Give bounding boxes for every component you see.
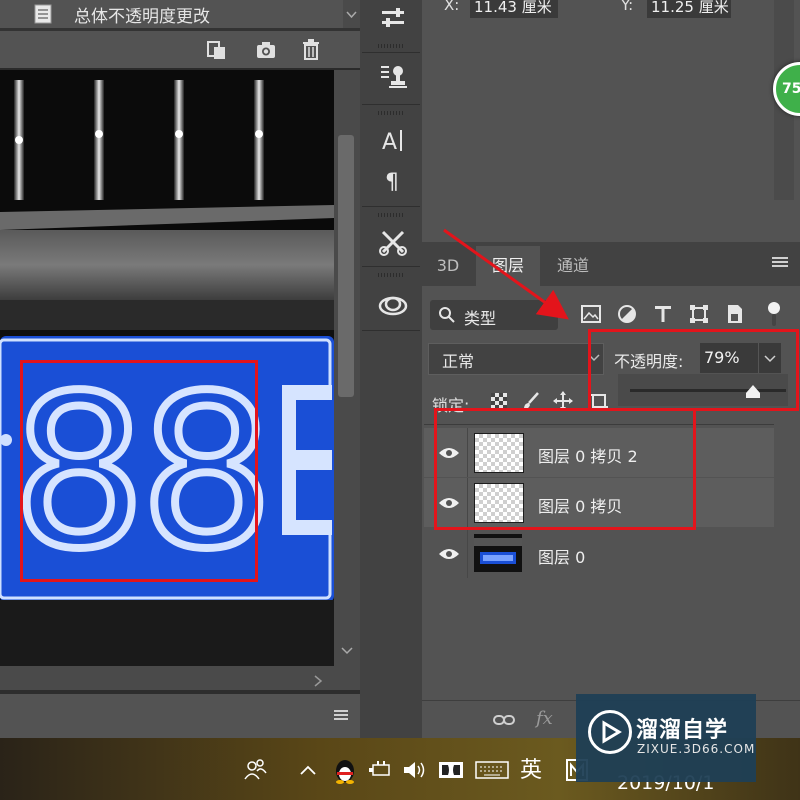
watermark-url: ZIXUE.3D66.COM	[637, 742, 756, 756]
tab-layers[interactable]: 图层	[476, 246, 540, 286]
dock-grip[interactable]	[378, 111, 404, 115]
layer-thumbnail-image[interactable]	[474, 534, 522, 572]
trash-icon[interactable]	[300, 38, 322, 60]
svg-text:¶: ¶	[385, 170, 399, 195]
plug-icon	[369, 761, 390, 776]
info-panel	[422, 0, 800, 242]
character-panel-button[interactable]: A	[370, 120, 416, 160]
play-icon	[602, 720, 622, 744]
stamp-icon	[381, 66, 407, 88]
coord-y-label: Y:	[621, 0, 634, 14]
filter-pixel-layers-button[interactable]	[576, 300, 606, 328]
filter-shape-layers-button[interactable]	[684, 300, 714, 328]
divider	[362, 266, 420, 267]
toggle-icon	[768, 302, 780, 326]
text-t-icon	[655, 306, 671, 322]
chevron-down-icon[interactable]	[343, 0, 360, 28]
tab-3d[interactable]: 3D	[428, 246, 468, 286]
filter-type-layers-button[interactable]	[648, 300, 678, 328]
filter-toggle-switch[interactable]	[766, 300, 782, 328]
show-hidden-icons-button[interactable]	[296, 754, 320, 786]
canvas-horizontal-scrollbar[interactable]	[0, 666, 360, 693]
filter-smart-objects-button[interactable]	[720, 300, 750, 328]
annotation-box-digits	[20, 360, 258, 582]
coord-x-label: X:	[444, 0, 460, 14]
blend-mode-value: 正常	[442, 352, 475, 371]
penguin-icon	[336, 760, 354, 784]
eye-icon[interactable]	[438, 547, 460, 561]
adjustments-panel-button[interactable]	[370, 0, 416, 40]
search-icon	[439, 307, 455, 323]
people-button[interactable]	[240, 754, 270, 786]
status-bar	[0, 694, 360, 738]
history-step-label: 总体不透明度更改	[74, 7, 210, 27]
creative-cloud-icon	[378, 296, 408, 316]
dock-grip[interactable]	[378, 44, 404, 48]
annotation-box-opacity	[588, 329, 799, 411]
smart-object-icon	[728, 305, 742, 323]
chevron-up-icon	[300, 765, 316, 775]
tab-channels[interactable]: 通道	[544, 246, 602, 286]
tools-icon	[379, 230, 407, 256]
input-method-indicator[interactable]: 英	[520, 752, 542, 784]
character-a-icon: A	[382, 130, 402, 155]
divider	[362, 52, 420, 53]
panel-menu-icon[interactable]	[333, 708, 349, 722]
dock-grip[interactable]	[378, 273, 404, 277]
pilcrow-icon: ¶	[385, 170, 399, 195]
transform-box-icon	[690, 305, 708, 323]
tool-presets-panel-button[interactable]	[370, 222, 416, 262]
layer-name[interactable]: 图层 0	[538, 544, 585, 568]
power-tray-icon[interactable]	[366, 754, 394, 786]
watermark-title: 溜溜自学	[636, 718, 729, 743]
history-toolbar	[0, 31, 360, 68]
divider	[362, 330, 420, 331]
keyboard-tray-icon[interactable]	[474, 754, 510, 786]
annotation-box-layers	[434, 408, 696, 530]
keyboard-icon	[475, 761, 509, 779]
new-document-from-state-icon[interactable]	[204, 39, 228, 61]
chevron-right-icon[interactable]	[312, 674, 324, 688]
coord-x-value: 11.43 厘米	[470, 0, 558, 18]
divider	[362, 206, 420, 207]
divider	[362, 104, 420, 105]
libraries-panel-button[interactable]	[370, 284, 416, 324]
sliders-icon	[382, 8, 404, 27]
dolby-tray-icon[interactable]	[436, 754, 466, 786]
coord-y-value: 11.25 厘米	[647, 0, 731, 18]
people-icon	[244, 759, 267, 780]
dolby-icon	[439, 762, 463, 778]
history-scrollbar[interactable]	[343, 0, 360, 28]
paragraph-panel-button[interactable]: ¶	[370, 160, 416, 200]
filter-adjustment-layers-button[interactable]	[612, 300, 642, 328]
scroll-thumb[interactable]	[338, 135, 354, 397]
qq-tray-icon[interactable]	[330, 754, 360, 786]
clone-source-panel-button[interactable]	[370, 56, 416, 96]
speaker-icon	[404, 762, 425, 778]
watermark-logo	[588, 710, 632, 754]
layer-filter-label: 类型	[464, 309, 497, 328]
panel-menu-icon[interactable]	[770, 254, 790, 270]
document-icon	[34, 4, 52, 24]
svg-text:A: A	[382, 130, 397, 155]
camera-icon[interactable]	[254, 39, 278, 61]
image-icon	[581, 305, 601, 323]
divider	[467, 529, 468, 578]
dock-grip[interactable]	[378, 213, 404, 217]
volume-tray-icon[interactable]	[400, 754, 430, 786]
link-icon[interactable]	[492, 712, 516, 728]
chevron-down-icon[interactable]	[339, 646, 355, 656]
fx-button[interactable]: fx	[536, 708, 553, 729]
half-circle-icon	[618, 305, 636, 323]
